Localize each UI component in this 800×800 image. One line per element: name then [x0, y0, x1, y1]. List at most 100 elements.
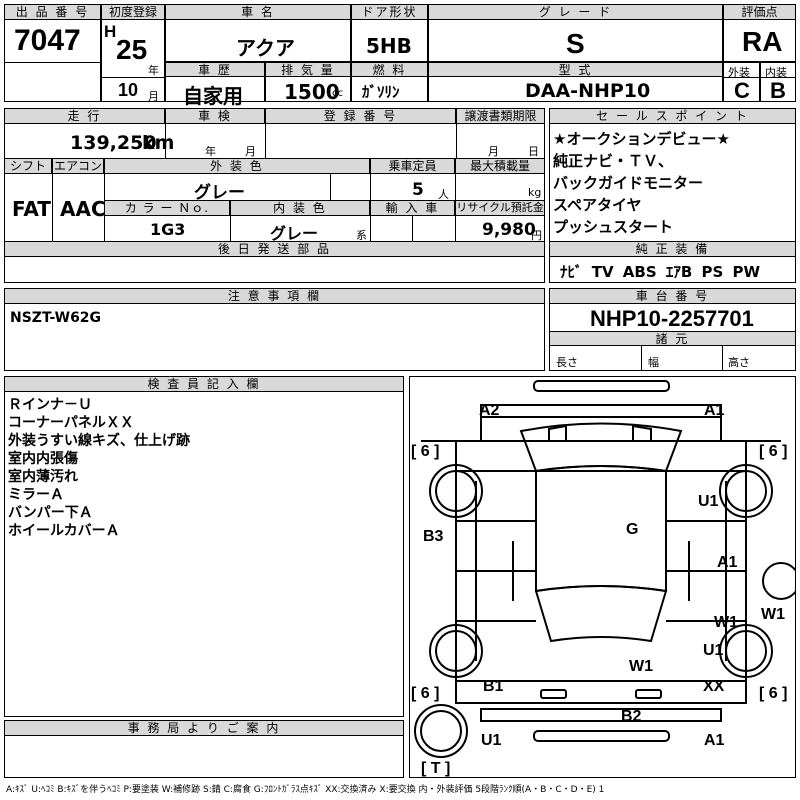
mark-6-rr: [ 6 ]	[759, 685, 787, 702]
inspector-line: 外装うすい線キズ、仕上げ跡	[8, 433, 190, 449]
mark-u1-bottom: U1	[481, 732, 502, 749]
inspection-year: 年	[205, 145, 216, 158]
history: 自家用	[183, 84, 243, 108]
sales-line: スペアタイヤ	[553, 196, 642, 214]
transfer-label: 譲渡書類期限	[456, 108, 545, 124]
shift-label: シフト	[4, 158, 52, 174]
lot-number: 7047	[14, 24, 81, 57]
color-no-label: カ ラ ー Ｎｏ.	[104, 200, 230, 216]
mark-w1-side: W1	[714, 614, 738, 631]
capacity-label: 乗車定員	[370, 158, 455, 174]
capacity: 5	[412, 180, 424, 200]
sales-line: ★オークションデビュー★	[553, 130, 730, 148]
load-label: 最大積載量	[455, 158, 545, 174]
mark-xx: XX	[703, 678, 725, 695]
notes-text: NSZT-W62G	[10, 310, 102, 326]
mark-u1-rr: U1	[703, 642, 724, 659]
car-name-label: 車 名	[165, 4, 351, 20]
inspector-line: ミラーＡ	[8, 487, 64, 503]
mark-6-fr: [ 6 ]	[759, 443, 787, 460]
mark-w1-mirror: W1	[761, 606, 785, 623]
int-color-label: 内 装 色	[230, 200, 370, 216]
inspector-label: 検 査 員 記 入 欄	[4, 376, 404, 392]
ac: AAC	[60, 197, 106, 221]
sales-line: プッシュスタート	[553, 218, 674, 236]
mark-6-rl: [ 6 ]	[411, 685, 439, 702]
reg-month: 10	[118, 80, 139, 100]
score: RA	[742, 26, 783, 57]
equip-label: 純 正 装 備	[549, 241, 796, 257]
ext-grade: C	[734, 78, 750, 103]
sales-line: バックガイドモニター	[553, 174, 704, 192]
import-label: 輸 入 車	[370, 200, 455, 216]
mark-b2: B2	[621, 708, 642, 725]
mark-t: [ T ]	[421, 760, 450, 777]
inspector-line: Ｒインナ－Ｕ	[8, 397, 92, 413]
displacement-unit: cc	[332, 88, 343, 99]
sales-line: 純正ナビ・ＴＶ、	[553, 152, 674, 170]
history-label: 車 歴	[165, 62, 265, 77]
damage-diagram: A2 A1 [ 6 ] [ 6 ] U1 B3 G A1 W1 W1 U1 W1…	[409, 376, 796, 778]
width-label: 幅	[648, 356, 659, 369]
model-label: 型 式	[428, 62, 723, 77]
recycle-label: リサイクル預託金	[455, 200, 545, 216]
office-label: 事 務 局 よ り ご 案 内	[4, 720, 404, 736]
reg-no-label: 登 録 番 号	[265, 108, 456, 124]
inspection-label: 車 検	[165, 108, 265, 124]
sales-point-label: セ ー ル ス ポ イ ン ト	[549, 108, 796, 124]
mark-w1-rear: W1	[629, 658, 653, 675]
month-unit: 月	[148, 90, 159, 103]
inspector-line: バンパー下Ａ	[8, 505, 93, 521]
mark-a1-side: A1	[717, 554, 738, 571]
grade: S	[566, 28, 585, 59]
ac-label: エアコン	[52, 158, 104, 174]
mark-u1-fr: U1	[698, 493, 719, 510]
inspection-month: 月	[245, 145, 256, 158]
car-name: アクア	[236, 36, 295, 60]
era: H	[104, 22, 117, 41]
ext-color-label: 外 装 色	[104, 158, 370, 174]
grade-label: グ レ ー ド	[428, 4, 723, 20]
equipment: ﾅﾋﾞ TV ABS ｴｱB PS PW	[560, 263, 761, 281]
spec-label: 諸 元	[549, 331, 796, 346]
mark-b1: B1	[483, 678, 504, 695]
mark-g: G	[626, 521, 638, 538]
shift: FAT	[12, 197, 51, 221]
mark-a2: A2	[479, 402, 500, 419]
door-type: 5HB	[366, 34, 412, 58]
first-reg-label: 初度登録	[101, 4, 165, 20]
fuel-label: 燃 料	[351, 62, 428, 77]
legend: A:ｷｽﾞ U:ﾍｺﾐ B:ｷｽﾞを伴うﾍｺﾐ P:要塗装 W:補修跡 S:錆 …	[6, 785, 605, 795]
inspector-line: ホイールカバーＡ	[8, 523, 120, 539]
lot-label: 出 品 番 号	[4, 4, 101, 20]
mark-6-fl: [ 6 ]	[411, 443, 439, 460]
inspector-line: 室内薄汚れ	[8, 469, 78, 485]
height-label: 高さ	[728, 356, 750, 369]
chassis-label: 車 台 番 号	[549, 288, 796, 304]
later-parts-label: 後 日 発 送 部 品	[4, 241, 545, 257]
int-grade: B	[770, 78, 786, 103]
inspector-line: 室内内張傷	[8, 451, 78, 467]
transfer-day: 日	[528, 145, 539, 158]
reg-year: 25	[116, 34, 148, 65]
model: DAA-NHP10	[525, 80, 651, 102]
car-outline-svg: A2 A1 [ 6 ] [ 6 ] U1 B3 G A1 W1 W1 U1 W1…	[411, 380, 795, 777]
fuel: ｶﾞｿﾘﾝ	[362, 83, 400, 101]
inspector-line: コーナーパネルＸＸ	[8, 415, 134, 431]
displacement-label: 排 気 量	[265, 62, 351, 77]
mark-a1-bottom: A1	[704, 732, 725, 749]
color-no: 1G3	[150, 220, 186, 239]
mark-b3: B3	[423, 528, 444, 545]
score-label: 評価点	[723, 4, 796, 20]
transfer-month: 月	[488, 145, 499, 158]
load-unit: kg	[528, 186, 542, 199]
mileage-unit: km	[142, 132, 175, 154]
length-label: 長さ	[556, 356, 578, 369]
mark-a1-top: A1	[704, 402, 725, 419]
chassis-number: NHP10-2257701	[590, 306, 754, 331]
door-label: ドア形状	[351, 4, 428, 20]
mileage-label: 走 行	[4, 108, 165, 124]
notes-label: 注 意 事 項 欄	[4, 288, 545, 304]
year-unit: 年	[148, 64, 159, 77]
recycle: 9,980	[482, 220, 536, 240]
